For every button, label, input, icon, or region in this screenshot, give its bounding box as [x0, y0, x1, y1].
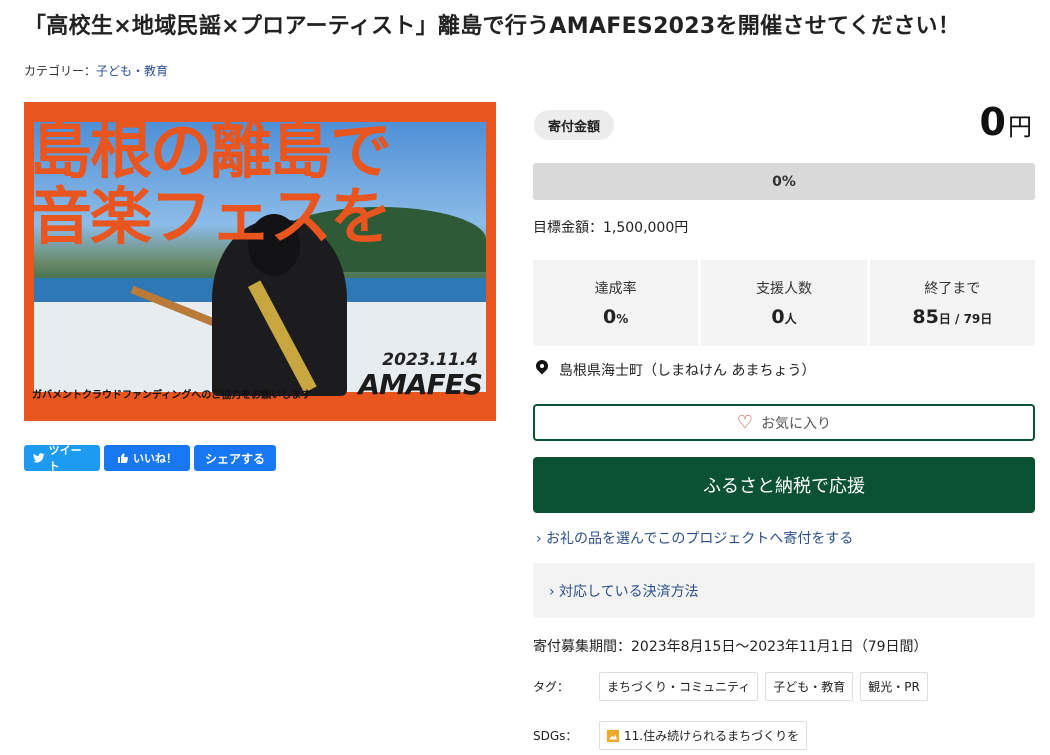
donation-amount-value: 0 — [979, 100, 1006, 144]
thumbs-up-icon — [118, 453, 128, 464]
tweet-button[interactable]: ツイート — [24, 444, 100, 473]
target-label: 目標金額： — [533, 220, 603, 236]
donation-amount: 0円 — [980, 100, 1032, 144]
furusato-tax-button[interactable]: ふるさと納税で応援 — [533, 457, 1035, 513]
project-location: 島根県海士町（しまねけん あまちょう） — [535, 360, 815, 380]
donation-amount-badge: 寄付金額 — [534, 110, 615, 140]
category-label: カテゴリー： — [24, 64, 97, 78]
social-buttons: ツイート いいね！ シェアする — [24, 444, 276, 473]
donation-amount-unit: 円 — [1008, 113, 1032, 141]
stat-label: 達成率 — [594, 281, 637, 297]
sdgs-row: SDGs： 11.住み続けられるまちづくりを — [533, 721, 808, 750]
target-value: 1,500,000円 — [603, 220, 689, 236]
stat-achievement-rate: 達成率 0% — [533, 260, 699, 346]
tags-row: タグ： まちづくり・コミュニティ 子ども・教育 観光・PR — [533, 672, 935, 701]
stat-days-remaining: 終了まで 85日 / 79日 — [869, 260, 1035, 346]
share-label: シェアする — [204, 451, 265, 466]
project-hero-image: 島根の離島で 音楽フェスを 2023.11.4 AMAFES ガバメントクラウド… — [24, 102, 496, 421]
heart-icon: ♡ — [736, 411, 754, 433]
category-link[interactable]: 子ども・教育 — [96, 64, 168, 78]
like-label: いいね！ — [133, 452, 177, 465]
share-button[interactable]: シェアする — [194, 445, 276, 471]
tag-chip[interactable]: 子ども・教育 — [765, 672, 854, 701]
stat-label: 終了まで — [924, 281, 981, 297]
hero-headline-line2: 音楽フェスを — [30, 180, 392, 253]
donation-period: 寄付募集期間：2023年8月15日～2023年11月1日（79日間） — [533, 636, 928, 656]
stat-value: 85日 / 79日 — [912, 306, 993, 328]
favorite-label: お気に入り — [761, 415, 832, 432]
hero-caption: ガバメントクラウドファンディングへのご協力をお願いします — [32, 390, 312, 401]
tags-label: タグ： — [533, 680, 570, 694]
map-pin-icon — [535, 360, 549, 380]
progress-text: 0% — [772, 173, 796, 190]
sdg-chip[interactable]: 11.住み続けられるまちづくりを — [599, 721, 808, 750]
sdg-goal-icon — [607, 729, 619, 742]
target-amount: 目標金額：1,500,000円 — [533, 217, 688, 237]
stats-panel: 達成率 0% 支援人数 0人 終了まで 85日 / 79日 — [533, 260, 1035, 346]
page-title: 「高校生×地域民謡×プロアーティスト」離島で行うAMAFES2023を開催させて… — [24, 14, 961, 39]
gift-select-link[interactable]: › お礼の品を選んでこのプロジェクトへ寄付をする — [536, 528, 853, 548]
sdgs-label: SDGs： — [533, 729, 578, 743]
like-button[interactable]: いいね！ — [104, 445, 190, 471]
stat-value: 0% — [603, 306, 629, 328]
tag-chip[interactable]: まちづくり・コミュニティ — [599, 672, 759, 701]
hero-event-date: 2023.11.4 — [382, 350, 478, 370]
stat-value: 0人 — [771, 306, 797, 328]
period-value: 2023年8月15日～2023年11月1日（79日間） — [631, 639, 928, 655]
twitter-bird-icon — [33, 453, 45, 463]
payment-methods-link[interactable]: › 対応している決済方法 — [533, 563, 1035, 618]
location-text: 島根県海士町（しまねけん あまちょう） — [559, 363, 816, 379]
hero-headline-line1: 島根の離島で — [30, 114, 392, 187]
sdg-chip-label: 11.住み続けられるまちづくりを — [624, 729, 800, 743]
tweet-label: ツイート — [48, 444, 82, 473]
hero-headline: 島根の離島で 音楽フェスを — [30, 118, 392, 253]
favorite-button[interactable]: ♡ お気に入り — [533, 404, 1035, 441]
stat-supporters: 支援人数 0人 — [701, 260, 867, 346]
tag-chip[interactable]: 観光・PR — [860, 672, 928, 701]
amafes-logo: AMAFES — [358, 368, 483, 401]
period-label: 寄付募集期間： — [533, 639, 631, 655]
progress-bar: 0% — [533, 163, 1035, 200]
stat-label: 支援人数 — [755, 281, 812, 297]
category-line: カテゴリー：子ども・教育 — [24, 62, 168, 79]
